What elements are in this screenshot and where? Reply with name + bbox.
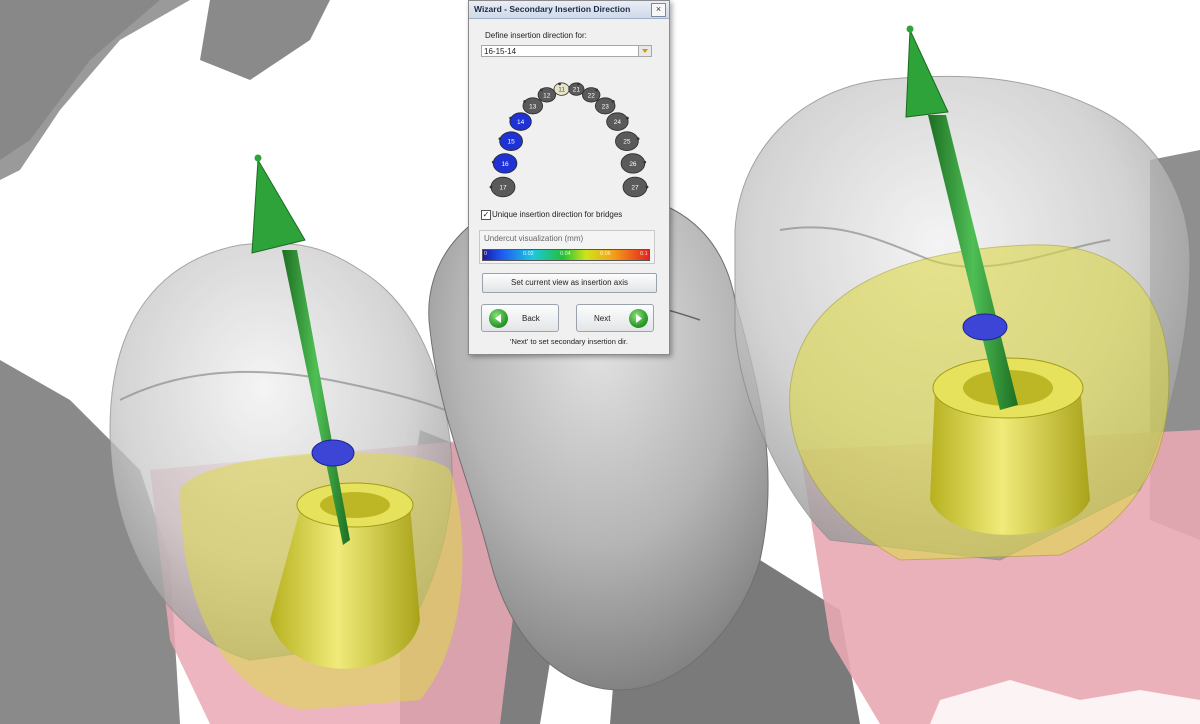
arch-tooth-marker — [643, 160, 647, 164]
arch-tooth-marker — [509, 116, 513, 120]
next-button-label: Next — [594, 314, 611, 323]
arch-tooth-21[interactable]: 21 — [568, 82, 585, 96]
define-direction-label: Define insertion direction for: — [485, 31, 587, 40]
unique-direction-label: Unique insertion direction for bridges — [492, 210, 623, 219]
arch-tooth-27[interactable]: 27 — [622, 176, 649, 198]
back-button-label: Back — [522, 314, 540, 323]
arch-tooth-label: 12 — [543, 92, 551, 99]
wizard-titlebar[interactable]: Wizard - Secondary Insertion Direction × — [469, 1, 669, 19]
wizard-title: Wizard - Secondary Insertion Direction — [474, 4, 631, 14]
arch-tooth-label: 23 — [602, 103, 610, 110]
next-button[interactable]: Next — [576, 304, 654, 332]
undercut-tick: 0.06 — [600, 251, 611, 257]
dental-arch-chart[interactable]: 17 16 15 14 13 12 11 21 22 23 24 25 26 27 — [483, 65, 655, 210]
arch-tooth-marker — [491, 160, 495, 164]
arch-tooth-label: 11 — [558, 87, 565, 94]
arch-tooth-22[interactable]: 22 — [582, 87, 601, 103]
footer-hint: 'Next' to set secondary insertion dir. — [510, 337, 628, 346]
arch-tooth-marker — [636, 137, 640, 141]
arch-tooth-label: 13 — [529, 103, 537, 110]
arch-tooth-marker — [625, 116, 629, 120]
arch-tooth-label: 17 — [499, 185, 507, 192]
arch-tooth-label: 15 — [507, 139, 515, 146]
undercut-tick: 0.02 — [523, 251, 534, 257]
arch-tooth-label: 25 — [623, 139, 631, 146]
arch-tooth-label: 27 — [631, 185, 639, 192]
undercut-label: Undercut visualization (mm) — [484, 234, 584, 243]
tooth-group-select[interactable]: 16-15-14 — [481, 45, 650, 57]
undercut-tick: 0.04 — [560, 251, 571, 257]
arch-tooth-marker — [523, 100, 527, 103]
arch-tooth-label: 14 — [517, 119, 525, 126]
undercut-tick: 0 — [484, 251, 488, 257]
next-arrow-icon — [629, 309, 648, 328]
arch-tooth-marker — [489, 185, 493, 189]
arch-tooth-14[interactable]: 14 — [509, 112, 532, 131]
arch-tooth-label: 22 — [588, 92, 596, 99]
arch-tooth-marker — [577, 82, 580, 86]
arch-tooth-12[interactable]: 12 — [537, 87, 556, 103]
arch-tooth-marker — [498, 137, 502, 141]
arch-tooth-26[interactable]: 26 — [620, 153, 647, 174]
unique-direction-checkbox[interactable]: ✓ — [481, 210, 491, 220]
arch-tooth-marker — [645, 185, 649, 189]
arch-tooth-11[interactable]: 11 — [553, 82, 570, 96]
back-button[interactable]: Back — [481, 304, 559, 332]
arch-tooth-17[interactable]: 17 — [489, 176, 516, 198]
arch-tooth-marker — [558, 82, 561, 86]
back-arrow-icon — [489, 309, 508, 328]
arch-tooth-23[interactable]: 23 — [594, 97, 616, 115]
arch-tooth-25[interactable]: 25 — [615, 131, 640, 151]
arch-tooth-marker — [595, 88, 599, 92]
arch-tooth-marker — [539, 88, 543, 92]
secondary-insertion-wizard: Wizard - Secondary Insertion Direction ×… — [468, 0, 670, 355]
undercut-tick: 0.1 — [640, 251, 648, 257]
arch-tooth-16[interactable]: 16 — [491, 153, 518, 174]
set-view-insertion-button[interactable]: Set current view as insertion axis — [482, 273, 657, 293]
arch-tooth-label: 21 — [573, 87, 581, 94]
arch-tooth-13[interactable]: 13 — [522, 97, 544, 115]
arch-tooth-marker — [611, 100, 615, 103]
arch-tooth-label: 24 — [614, 119, 622, 126]
arch-tooth-24[interactable]: 24 — [606, 112, 629, 131]
arch-tooth-15[interactable]: 15 — [498, 131, 523, 151]
chevron-down-icon[interactable] — [638, 45, 652, 57]
close-icon[interactable]: × — [651, 3, 666, 17]
arch-tooth-label: 26 — [629, 161, 637, 168]
arch-tooth-label: 16 — [501, 161, 509, 168]
